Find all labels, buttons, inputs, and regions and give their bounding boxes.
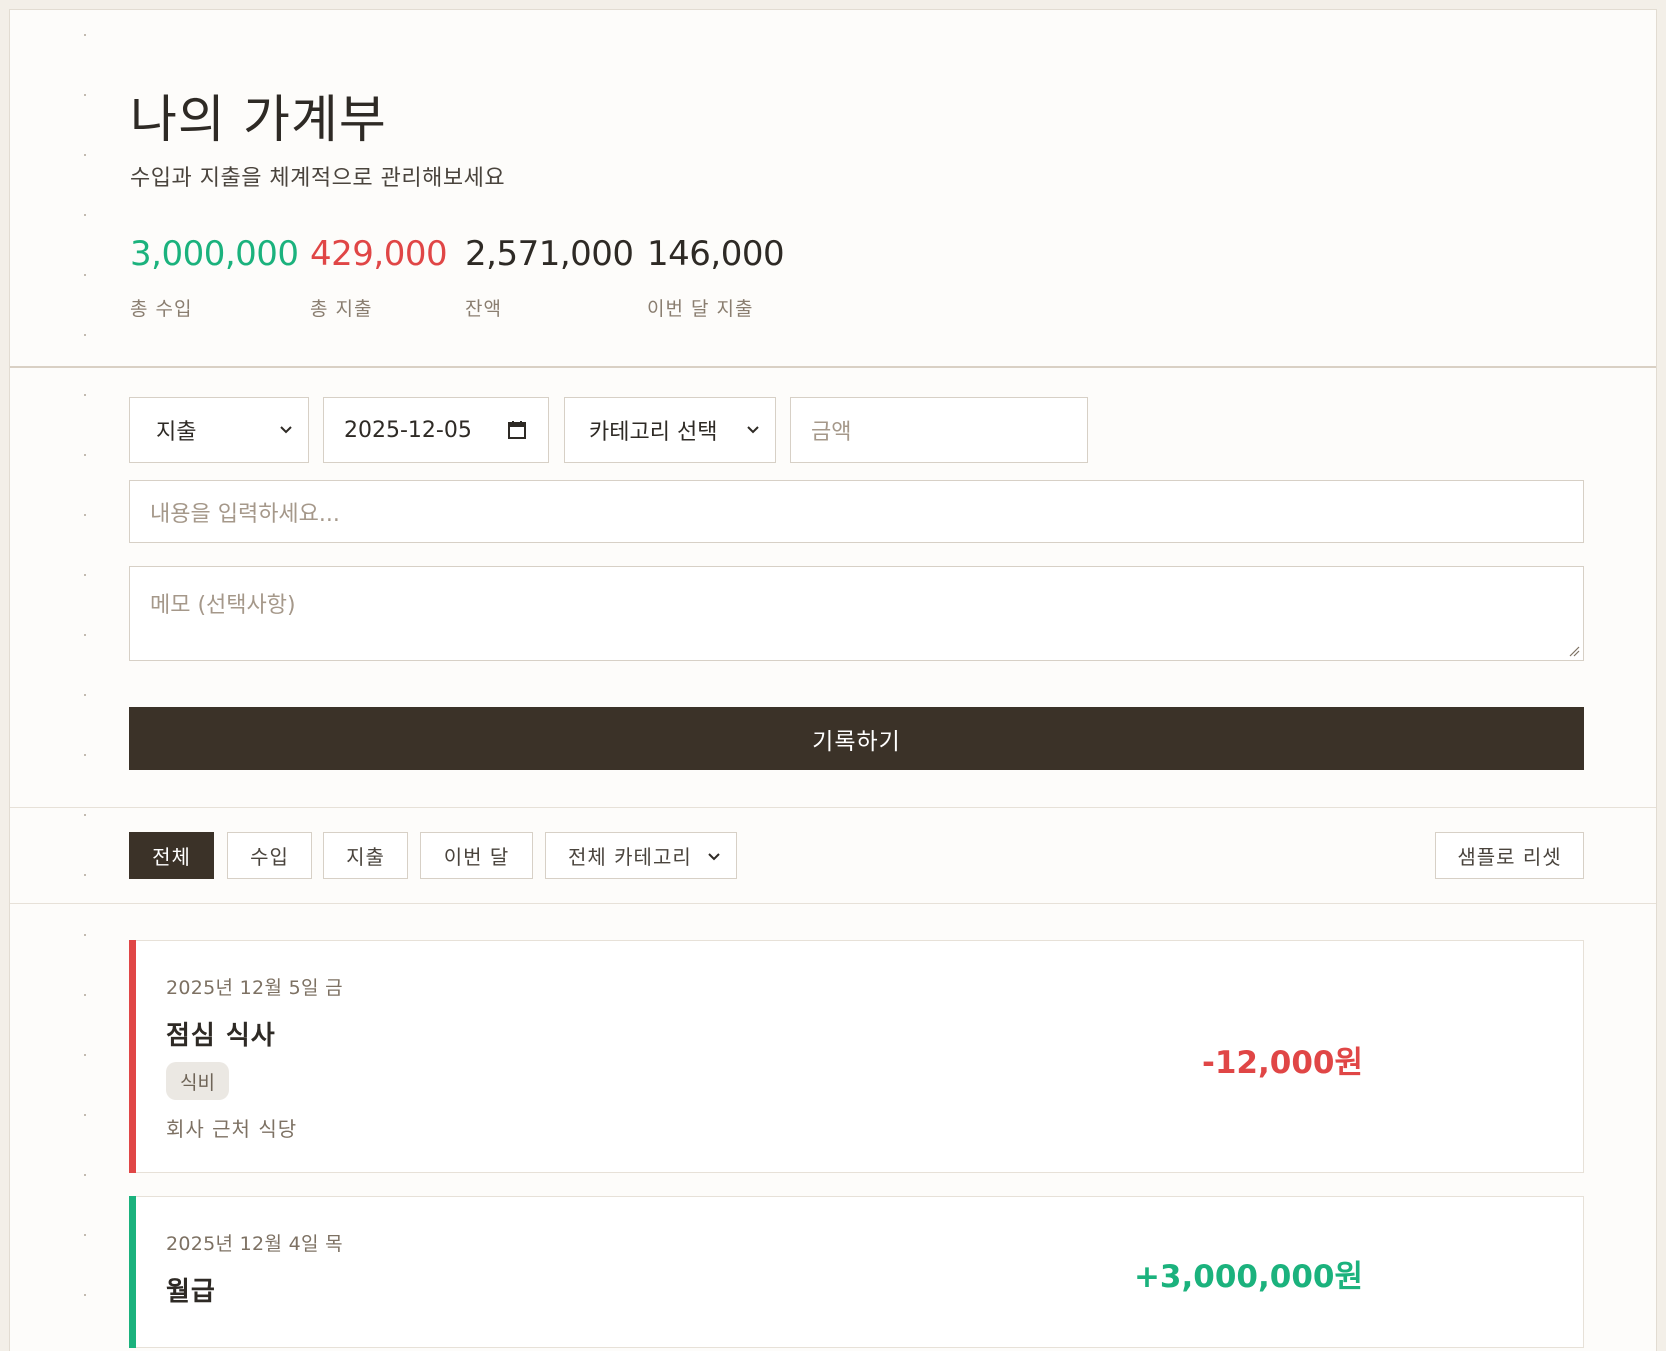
chevron-down-icon [280, 426, 292, 434]
entry-date: 2025년 12월 4일 목 [166, 1233, 343, 1255]
page-subtitle: 수입과 지출을 체계적으로 관리해보세요 [130, 166, 506, 191]
stat-total-income: 3,000,000 총 수입 [130, 232, 310, 321]
header-section: 나의 가계부 수입과 지출을 체계적으로 관리해보세요 3,000,000 총 … [10, 10, 1656, 368]
stat-value: 146,000 [647, 234, 785, 274]
page-title: 나의 가계부 [130, 91, 387, 150]
amount-placeholder: 금액 [811, 420, 852, 445]
stat-value: 2,571,000 [465, 234, 634, 274]
amount-input[interactable]: 금액 [790, 397, 1088, 463]
category-select-value: 카테고리 선택 [589, 420, 718, 445]
stat-value: 3,000,000 [130, 234, 299, 274]
summary-stats: 3,000,000 총 수입 429,000 총 지출 2,571,000 잔액… [130, 232, 847, 321]
stat-label: 이번 달 지출 [647, 298, 754, 320]
filter-bar: 전체 수입 지출 이번 달 전체 카테고리 샘플로 리셋 [10, 808, 1656, 904]
chevron-down-icon [708, 853, 720, 861]
category-select[interactable]: 카테고리 선택 [564, 397, 776, 463]
income-indicator-bar [129, 1196, 136, 1348]
stat-value: 429,000 [310, 234, 448, 274]
memo-textarea[interactable]: 메모 (선택사항) [129, 566, 1584, 661]
stat-total-expense: 429,000 총 지출 [310, 232, 465, 321]
entry-amount: +3,000,000원 [1133, 1259, 1363, 1295]
filter-category-select[interactable]: 전체 카테고리 [545, 832, 737, 879]
stat-month-expense: 146,000 이번 달 지출 [647, 232, 847, 321]
content-placeholder: 내용을 입력하세요... [150, 501, 340, 527]
stat-label: 총 지출 [310, 298, 373, 320]
category-chip: 식비 [166, 1062, 229, 1100]
entry-title: 점심 식사 [166, 1021, 276, 1051]
calendar-icon[interactable] [506, 419, 528, 441]
list-item[interactable]: 2025년 12월 4일 목 월급 +3,000,000원 [129, 1196, 1584, 1348]
entry-memo: 회사 근처 식당 [166, 1117, 298, 1141]
type-select-value: 지출 [156, 420, 197, 445]
stat-label: 총 수입 [130, 298, 193, 320]
filter-expense-button[interactable]: 지출 [323, 832, 408, 879]
ledger-app: 나의 가계부 수입과 지출을 체계적으로 관리해보세요 3,000,000 총 … [9, 9, 1657, 1351]
stat-balance: 2,571,000 잔액 [465, 232, 647, 321]
filter-income-button[interactable]: 수입 [227, 832, 312, 879]
expense-indicator-bar [129, 940, 136, 1173]
filter-this-month-button[interactable]: 이번 달 [420, 832, 533, 879]
content-input[interactable]: 내용을 입력하세요... [129, 480, 1584, 543]
entry-form: 지출 2025-12-05 카테고리 선택 금액 내용을 입력하세요... 메모… [10, 370, 1656, 808]
submit-button[interactable]: 기록하기 [129, 707, 1584, 770]
chevron-down-icon [747, 426, 759, 434]
date-input[interactable]: 2025-12-05 [323, 397, 549, 463]
date-input-value: 2025-12-05 [344, 417, 472, 443]
reset-sample-button[interactable]: 샘플로 리셋 [1435, 832, 1584, 879]
entry-title: 월급 [166, 1277, 216, 1307]
list-item[interactable]: 2025년 12월 5일 금 점심 식사 식비 회사 근처 식당 -12,000… [129, 940, 1584, 1173]
stat-label: 잔액 [465, 298, 502, 320]
filter-all-button[interactable]: 전체 [129, 832, 214, 879]
type-select[interactable]: 지출 [129, 397, 309, 463]
entry-date: 2025년 12월 5일 금 [166, 977, 343, 999]
memo-placeholder: 메모 (선택사항) [150, 593, 296, 618]
entry-amount: -12,000원 [1201, 1045, 1363, 1081]
filter-category-value: 전체 카테고리 [568, 845, 692, 869]
resize-handle-icon[interactable] [1568, 645, 1580, 657]
